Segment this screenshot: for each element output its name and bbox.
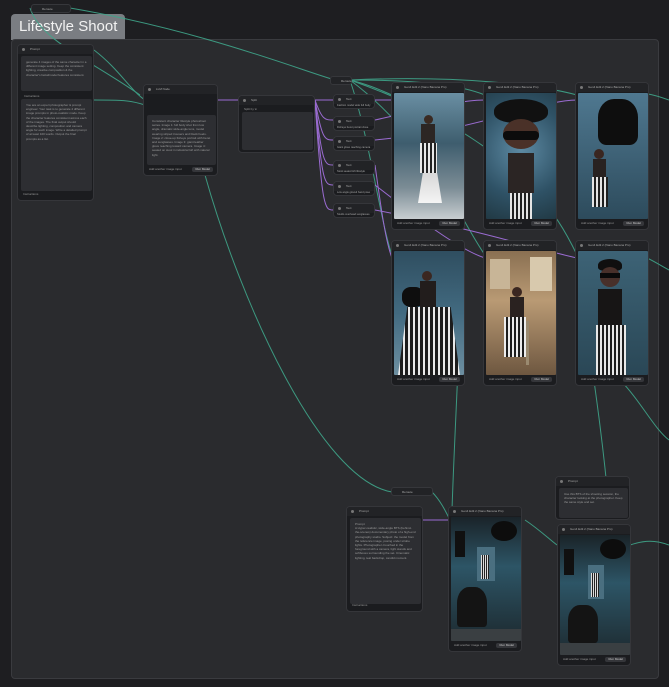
- node-title: Prompt: [18, 45, 93, 54]
- generated-image[interactable]: [394, 93, 464, 219]
- llm-output-textarea[interactable]: Consistent character lifestyle photoshoo…: [147, 115, 216, 165]
- split-preview: [242, 112, 313, 150]
- text-node[interactable]: Text Low angle gloved hand pose: [333, 181, 375, 196]
- run-model-button[interactable]: Run Model: [192, 167, 213, 172]
- image-gen-node[interactable]: Gen4 Edit 2 (Nano Banana Pro) Add anothe…: [575, 82, 649, 230]
- text-node[interactable]: Text Giant glove reaching camera: [333, 136, 375, 151]
- node-footer: Add another image input Run Model: [146, 166, 215, 173]
- generated-image[interactable]: [486, 93, 556, 219]
- split-value[interactable]: \n: [255, 107, 258, 111]
- generated-image[interactable]: [578, 93, 648, 219]
- image-gen-node[interactable]: Gen4 Edit 2 (Nano Banana Pro) Add anothe…: [448, 506, 522, 652]
- llm-node[interactable]: LLM Node Consistent character lifestyle …: [143, 84, 218, 176]
- right-prompt-textarea[interactable]: Use this BTS of the shooting session, th…: [559, 488, 628, 518]
- reroute-node-top[interactable]: Reroute: [31, 4, 71, 13]
- run-model-button[interactable]: Run Model: [531, 221, 552, 226]
- bts-prompt-textarea[interactable]: Prompt A Hyper-realistic, wide-angle BTS …: [350, 518, 421, 604]
- run-model-button[interactable]: Run Model: [531, 377, 552, 382]
- image-gen-node[interactable]: Gen4 Edit 2 (Nano Banana Pro) Add anothe…: [557, 524, 631, 666]
- bts-prompt-node[interactable]: Prompt Prompt A Hyper-realistic, wide-ang…: [346, 506, 423, 612]
- text-node[interactable]: Text Stool seated loft lifestyle: [333, 160, 375, 175]
- text-node[interactable]: Text Fashion model wide full body: [333, 94, 375, 109]
- generated-image[interactable]: [451, 517, 521, 641]
- run-model-button[interactable]: Run Model: [496, 643, 517, 648]
- split-node[interactable]: Split Split by \n: [238, 95, 315, 153]
- image-gen-node[interactable]: Gen4 Edit 2 (Nano Banana Pro) Add anothe…: [483, 240, 557, 386]
- instructions-textarea[interactable]: You are an expert photographer & prompt …: [21, 99, 92, 191]
- image-gen-node[interactable]: Gen4 Edit 2 (Nano Banana Pro) Add anothe…: [391, 240, 465, 386]
- reroute-node-mid[interactable]: Reroute: [330, 76, 352, 85]
- text-node[interactable]: Text Fisheye beret portrait close: [333, 116, 375, 131]
- text-node[interactable]: Text Studio overhead sunglasses: [333, 203, 375, 218]
- generated-image[interactable]: [560, 535, 630, 655]
- prompt-textarea[interactable]: generate 4 images of the same character …: [21, 56, 92, 91]
- split-label: Split by: [244, 107, 254, 111]
- reroute-node-bottom[interactable]: Reroute: [391, 487, 433, 496]
- right-prompt-node[interactable]: Prompt Use this BTS of the shooting sess…: [555, 476, 630, 520]
- run-model-button[interactable]: Run Model: [439, 377, 460, 382]
- image-gen-node[interactable]: Gen4 Edit 2 (Nano Banana Pro) Add anothe…: [391, 82, 465, 230]
- image-gen-node[interactable]: Gen4 Edit 2 (Nano Banana Pro) Add anothe…: [483, 82, 557, 230]
- run-model-button[interactable]: Run Model: [605, 657, 626, 662]
- instructions-label: Instructions: [24, 94, 40, 98]
- image-gen-node[interactable]: Gen4 Edit 2 (Nano Banana Pro) Add anothe…: [575, 240, 649, 386]
- prompt-node[interactable]: Prompt generate 4 images of the same cha…: [17, 44, 94, 201]
- node-footer: Instructions: [23, 192, 39, 196]
- run-model-button[interactable]: Run Model: [623, 221, 644, 226]
- generated-image[interactable]: [394, 251, 464, 375]
- generated-image[interactable]: [486, 251, 556, 375]
- run-model-button[interactable]: Run Model: [439, 221, 460, 226]
- generated-image[interactable]: [578, 251, 648, 375]
- run-model-button[interactable]: Run Model: [623, 377, 644, 382]
- node-title: Split: [239, 96, 314, 105]
- node-title: LLM Node: [144, 85, 217, 94]
